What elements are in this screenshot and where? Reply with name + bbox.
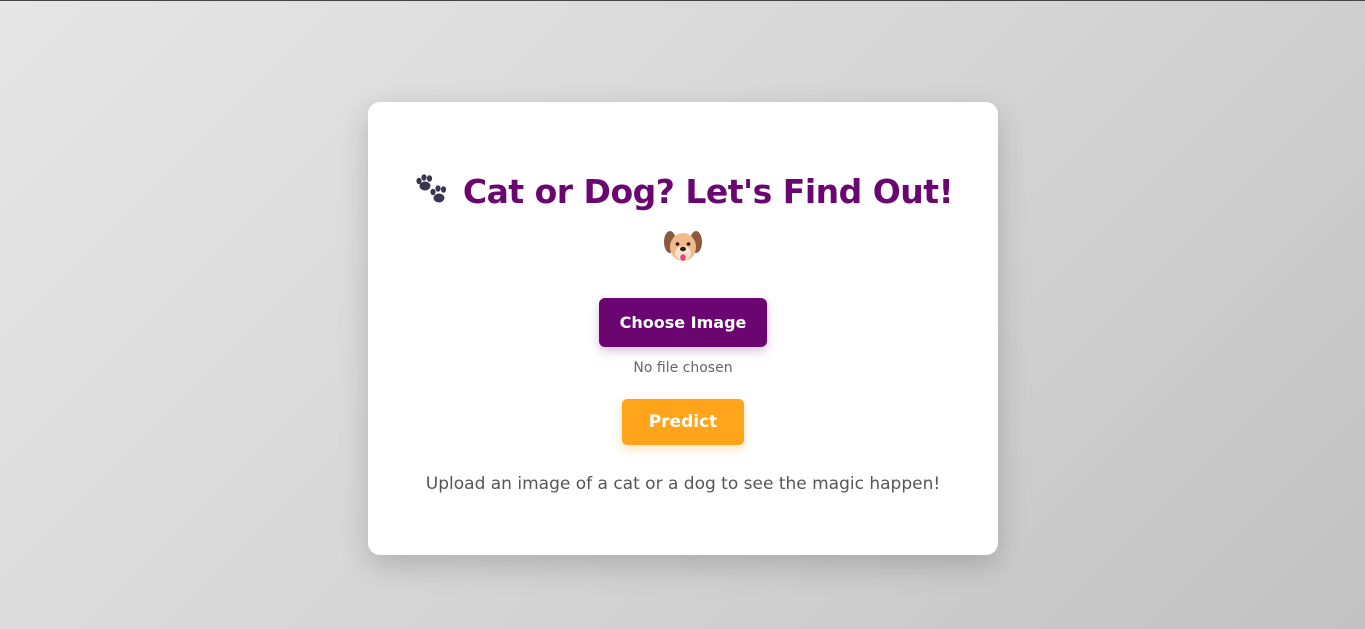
instructions-text: Upload an image of a cat or a dog to see… — [425, 474, 941, 494]
paw-prints-icon — [416, 173, 446, 202]
title-text: Cat or Dog? Let's Find Out! — [462, 172, 954, 211]
choose-image-button[interactable]: Choose Image — [599, 298, 767, 347]
prediction-card: Cat or Dog? Let's Find Out! Choose Image… — [368, 102, 998, 555]
file-status-text: No file chosen — [633, 360, 733, 376]
predict-button[interactable]: Predict — [622, 399, 744, 445]
dog-face-icon — [664, 231, 702, 261]
page-title: Cat or Dog? Let's Find Out! — [368, 172, 998, 212]
